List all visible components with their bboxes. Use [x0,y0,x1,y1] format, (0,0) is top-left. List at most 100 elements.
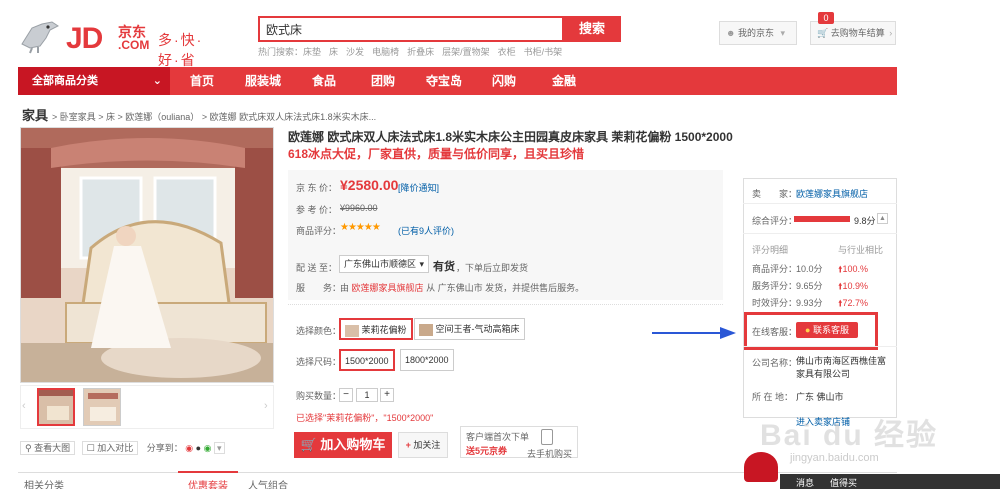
nav-item-food[interactable]: 食品 [312,67,336,95]
chevron-down-icon: ▾ [419,259,424,269]
size-option-1[interactable]: 1500*2000 [339,349,395,371]
hot-term[interactable]: 层架/置物架 [442,47,490,57]
breadcrumb-root[interactable]: 家具 [22,108,48,123]
seller-link[interactable]: 欧莲娜家具旗舰店 [796,187,868,200]
tab-bundle[interactable]: 优惠套装 [188,477,228,489]
nav-item-treasure[interactable]: 夺宝岛 [426,67,462,95]
qty-decrease-button[interactable]: − [339,388,353,402]
score-row-label: 时效评分： [752,298,798,308]
compare-industry-label: 与行业相比 [838,245,884,255]
color-option-1[interactable]: 茉莉花偏粉 [339,318,413,340]
rating-count-link[interactable]: (已有9人评价) [398,224,454,237]
follow-label: 加关注 [413,440,441,450]
nav-item-group-buy[interactable]: 团购 [371,67,395,95]
compare-label: 加入对比 [97,443,134,453]
hot-term[interactable]: 床垫 [303,47,321,57]
chevron-down-icon: ▾ [780,28,786,38]
score-row-delta-text: 72.7% [842,298,869,308]
jd-mascot-icon[interactable] [744,452,778,482]
breadcrumb-path[interactable]: > 卧室家具 > 床 > 欧莲娜（ouliana） > 欧莲娜 欧式床双人床法式… [52,112,376,122]
view-large-button[interactable]: ⚲ 查看大图 [20,441,76,455]
cart-label: 去购物车结算 [830,28,885,38]
hot-term[interactable]: 书柜/书架 [524,47,563,57]
ref-price-value: ¥9960.00 [340,203,378,213]
color-label: 选择颜色： [296,326,342,336]
hot-term[interactable]: 衣柜 [498,47,516,57]
cart-button[interactable]: 🛒 去购物车结算 › [810,21,896,45]
logo-jd-text: JD [66,22,103,55]
hot-term[interactable]: 沙发 [346,47,364,57]
nav-item-clothing[interactable]: 服装城 [245,67,281,95]
collapse-icon[interactable]: ▲ [877,213,888,224]
score-row-delta: 🠙10.9% [838,279,868,295]
score-row-delta: 🠙100.% [838,262,868,278]
color-swatch-icon [419,323,433,336]
thumbnail-1[interactable] [37,388,75,426]
follow-button[interactable]: + 加关注 [398,432,448,458]
service-info: 由 欧莲娜家具旗舰店 从 广东佛山市 发货，并提供售后服务。 [340,281,584,294]
rating-label: 商品评分： [296,226,342,236]
messages-button[interactable]: 消息 [796,476,814,489]
score-row-value: 10.0分 [796,264,823,274]
add-to-cart-button[interactable]: 🛒 加入购物车 [294,432,392,458]
nav-item-home[interactable]: 首页 [190,67,214,95]
slogan: 多·快·好·省 [158,32,204,68]
more-share-button[interactable]: ▾ [214,442,225,454]
service-store-link[interactable]: 欧莲娜家具旗舰店 [352,283,424,293]
mobile-purchase-box[interactable]: 客户端首次下单 送5元京券 去手机购买 [460,426,578,459]
hot-term[interactable]: 折叠床 [407,47,434,57]
tab-related-category[interactable]: 相关分类 [24,477,64,489]
mobile-line1: 客户端首次下单 [466,432,530,442]
bedroom-photo [21,128,273,382]
product-main-image[interactable] [20,127,274,383]
overall-rating-bar [794,216,850,222]
qty-increase-button[interactable]: + [380,388,394,402]
contact-service-label: 联系客服 [812,325,849,335]
jd-logo[interactable]: JD 京东 .COM 多·快·好·省 [18,14,218,68]
cart-icon: 🛒 [817,28,829,38]
plus-icon: + [405,440,411,450]
qq-icon[interactable]: ● [196,443,201,453]
divider [288,304,723,305]
chevron-right-icon[interactable]: › [264,400,268,412]
search-input[interactable]: 欧式床 [258,16,564,42]
chevron-left-icon[interactable]: ‹ [22,400,26,412]
phone-icon [541,429,553,445]
logo-com-text: .COM [118,38,150,52]
ship-region-select[interactable]: 广东佛山市顺德区 ▾ [339,255,429,273]
nav-item-finance[interactable]: 金融 [552,67,576,95]
tab-popular-combo[interactable]: 人气组合 [248,477,288,489]
color-swatch-icon [345,324,359,337]
share-label: 分享到： [146,443,183,453]
stock-note: ，下单后立即发货 [456,263,529,273]
magnifier-icon: ⚲ [25,443,32,453]
weibo-icon[interactable]: ◉ [185,443,193,453]
service-prefix: 由 [340,283,350,293]
my-jd-dropdown[interactable]: ☻ 我的京东 ▾ [719,21,797,45]
color-option-2[interactable]: 空间王者-气动高箱床 [414,318,525,340]
ship-label: 配 送 至： [296,263,338,273]
compare-button[interactable]: ☐ 加入对比 [81,441,139,455]
nav-item-flash[interactable]: 闪购 [492,67,516,95]
detail-label: 评分明细 [752,245,789,255]
all-categories-label: 全部商品分类 [32,75,98,87]
mobile-line2: 送5元京券 [466,446,508,456]
divider [743,346,897,347]
thumbnail-2[interactable] [83,388,121,426]
size-label: 选择尺码： [296,357,342,367]
price-value: ¥2580.00 [340,177,399,193]
hot-term[interactable]: 电脑椅 [372,47,399,57]
price-notice-link[interactable]: [降价通知] [398,181,439,194]
add-to-cart-label: 加入购物车 [320,437,386,452]
all-categories-button[interactable]: 全部商品分类 ⌄ [18,67,170,95]
contact-service-button[interactable]: ● 联系客服 [796,322,858,338]
worth-buying-button[interactable]: 值得买 [830,476,857,489]
location-value: 广东 佛山市 [796,392,844,402]
qty-input[interactable]: 1 [356,388,378,402]
score-row-delta: 🠙72.7% [838,296,868,312]
hot-term[interactable]: 床 [329,47,338,57]
search-button[interactable]: 搜索 [563,16,621,42]
baidu-watermark-url: jingyan.baidu.com [790,452,879,464]
wechat-icon[interactable]: ◉ [204,443,212,453]
size-option-2[interactable]: 1800*2000 [400,349,454,371]
